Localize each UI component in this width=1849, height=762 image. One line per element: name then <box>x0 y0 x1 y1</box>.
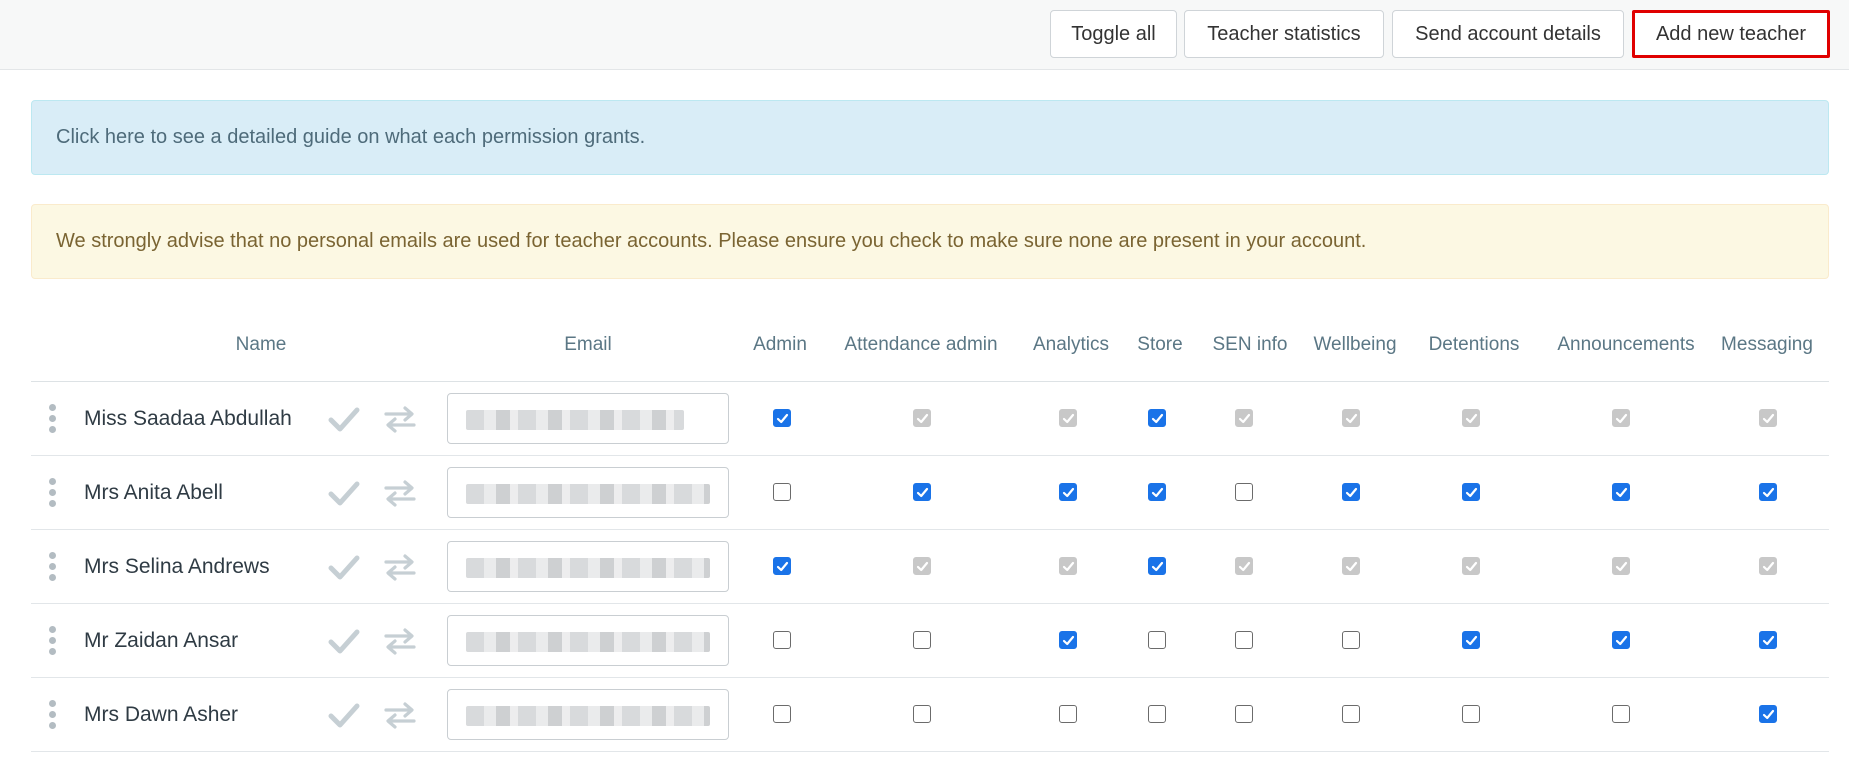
swap-arrows-icon[interactable] <box>383 552 417 582</box>
checkbox-sen-info[interactable] <box>1235 705 1253 723</box>
checkbox-detentions[interactable] <box>1462 483 1480 501</box>
checkbox-analytics <box>1059 409 1077 427</box>
email-field[interactable] <box>447 615 729 666</box>
checkbox-analytics <box>1059 557 1077 575</box>
permission-guide-alert[interactable]: Click here to see a detailed guide on wh… <box>31 100 1829 175</box>
drag-handle-icon[interactable] <box>49 552 57 584</box>
checkbox-wellbeing[interactable] <box>1342 483 1360 501</box>
checkbox-wellbeing[interactable] <box>1342 631 1360 649</box>
checkbox-sen-info[interactable] <box>1235 483 1253 501</box>
column-header-wellbeing: Wellbeing <box>1313 334 1397 355</box>
swap-arrows-icon[interactable] <box>383 626 417 656</box>
column-header-detentions: Detentions <box>1428 334 1520 355</box>
column-header-messaging: Messaging <box>1721 334 1813 355</box>
table-row: Mrs Dawn Asher <box>31 678 1829 752</box>
check-icon[interactable] <box>328 626 360 656</box>
swap-arrows-icon[interactable] <box>383 404 417 434</box>
drag-handle-icon[interactable] <box>49 404 57 436</box>
checkbox-announcements[interactable] <box>1612 483 1630 501</box>
checkbox-sen-info[interactable] <box>1235 631 1253 649</box>
checkbox-wellbeing <box>1342 557 1360 575</box>
teacher-table-header: Name Email Admin Attendance admin Analyt… <box>31 320 1829 382</box>
email-field[interactable] <box>447 541 729 592</box>
checkbox-wellbeing[interactable] <box>1342 705 1360 723</box>
checkbox-detentions[interactable] <box>1462 705 1480 723</box>
teacher-name: Mrs Selina Andrews <box>84 555 270 578</box>
checkbox-analytics[interactable] <box>1059 705 1077 723</box>
send-account-details-button[interactable]: Send account details <box>1392 10 1624 58</box>
checkbox-admin[interactable] <box>773 409 791 427</box>
column-header-name: Name <box>235 334 287 355</box>
column-header-email: Email <box>564 334 612 355</box>
checkbox-detentions <box>1462 409 1480 427</box>
checkbox-announcements <box>1612 409 1630 427</box>
teacher-name: Mrs Dawn Asher <box>84 703 239 726</box>
table-row: Mrs Anita Abell <box>31 456 1829 530</box>
drag-handle-icon[interactable] <box>49 626 57 658</box>
checkbox-store[interactable] <box>1148 631 1166 649</box>
checkbox-admin[interactable] <box>773 483 791 501</box>
checkbox-announcements <box>1612 557 1630 575</box>
checkbox-attendance-admin <box>913 409 931 427</box>
checkbox-store[interactable] <box>1148 705 1166 723</box>
table-row: Mrs Selina Andrews <box>31 530 1829 604</box>
checkbox-store[interactable] <box>1148 483 1166 501</box>
checkbox-attendance-admin[interactable] <box>913 631 931 649</box>
checkbox-store[interactable] <box>1148 557 1166 575</box>
checkbox-messaging <box>1759 557 1777 575</box>
checkbox-messaging[interactable] <box>1759 483 1777 501</box>
check-icon[interactable] <box>328 700 360 730</box>
teacher-statistics-button[interactable]: Teacher statistics <box>1184 10 1384 58</box>
checkbox-detentions[interactable] <box>1462 631 1480 649</box>
checkbox-sen-info <box>1235 557 1253 575</box>
checkbox-admin[interactable] <box>773 557 791 575</box>
toggle-all-button[interactable]: Toggle all <box>1050 10 1177 58</box>
teacher-name: Mrs Anita Abell <box>84 481 223 504</box>
check-icon[interactable] <box>328 552 360 582</box>
checkbox-messaging[interactable] <box>1759 631 1777 649</box>
email-field[interactable] <box>447 393 729 444</box>
checkbox-analytics[interactable] <box>1059 631 1077 649</box>
checkbox-store[interactable] <box>1148 409 1166 427</box>
teacher-name: Miss Saadaa Abdullah <box>84 407 292 430</box>
checkbox-attendance-admin[interactable] <box>913 483 931 501</box>
drag-handle-icon[interactable] <box>49 478 57 510</box>
checkbox-attendance-admin[interactable] <box>913 705 931 723</box>
column-header-sen-info: SEN info <box>1212 334 1288 355</box>
checkbox-admin[interactable] <box>773 631 791 649</box>
top-toolbar: Toggle all Teacher statistics Send accou… <box>0 0 1849 70</box>
add-new-teacher-button[interactable]: Add new teacher <box>1632 10 1830 58</box>
checkbox-analytics[interactable] <box>1059 483 1077 501</box>
column-header-analytics: Analytics <box>1032 334 1110 355</box>
column-header-store: Store <box>1137 334 1183 355</box>
checkbox-messaging <box>1759 409 1777 427</box>
check-icon[interactable] <box>328 404 360 434</box>
table-row: Mr Zaidan Ansar <box>31 604 1829 678</box>
checkbox-announcements[interactable] <box>1612 705 1630 723</box>
checkbox-attendance-admin <box>913 557 931 575</box>
checkbox-announcements[interactable] <box>1612 631 1630 649</box>
column-header-announcements: Announcements <box>1557 334 1695 355</box>
email-field[interactable] <box>447 467 729 518</box>
check-icon[interactable] <box>328 478 360 508</box>
checkbox-detentions <box>1462 557 1480 575</box>
checkbox-sen-info <box>1235 409 1253 427</box>
swap-arrows-icon[interactable] <box>383 478 417 508</box>
column-header-attendance-admin: Attendance admin <box>844 334 998 355</box>
checkbox-admin[interactable] <box>773 705 791 723</box>
table-row: Miss Saadaa Abdullah <box>31 382 1829 456</box>
swap-arrows-icon[interactable] <box>383 700 417 730</box>
checkbox-wellbeing <box>1342 409 1360 427</box>
checkbox-messaging[interactable] <box>1759 705 1777 723</box>
personal-email-warning: We strongly advise that no personal emai… <box>31 204 1829 279</box>
column-header-admin: Admin <box>753 334 807 355</box>
teacher-name: Mr Zaidan Ansar <box>84 629 239 652</box>
drag-handle-icon[interactable] <box>49 700 57 732</box>
email-field[interactable] <box>447 689 729 740</box>
